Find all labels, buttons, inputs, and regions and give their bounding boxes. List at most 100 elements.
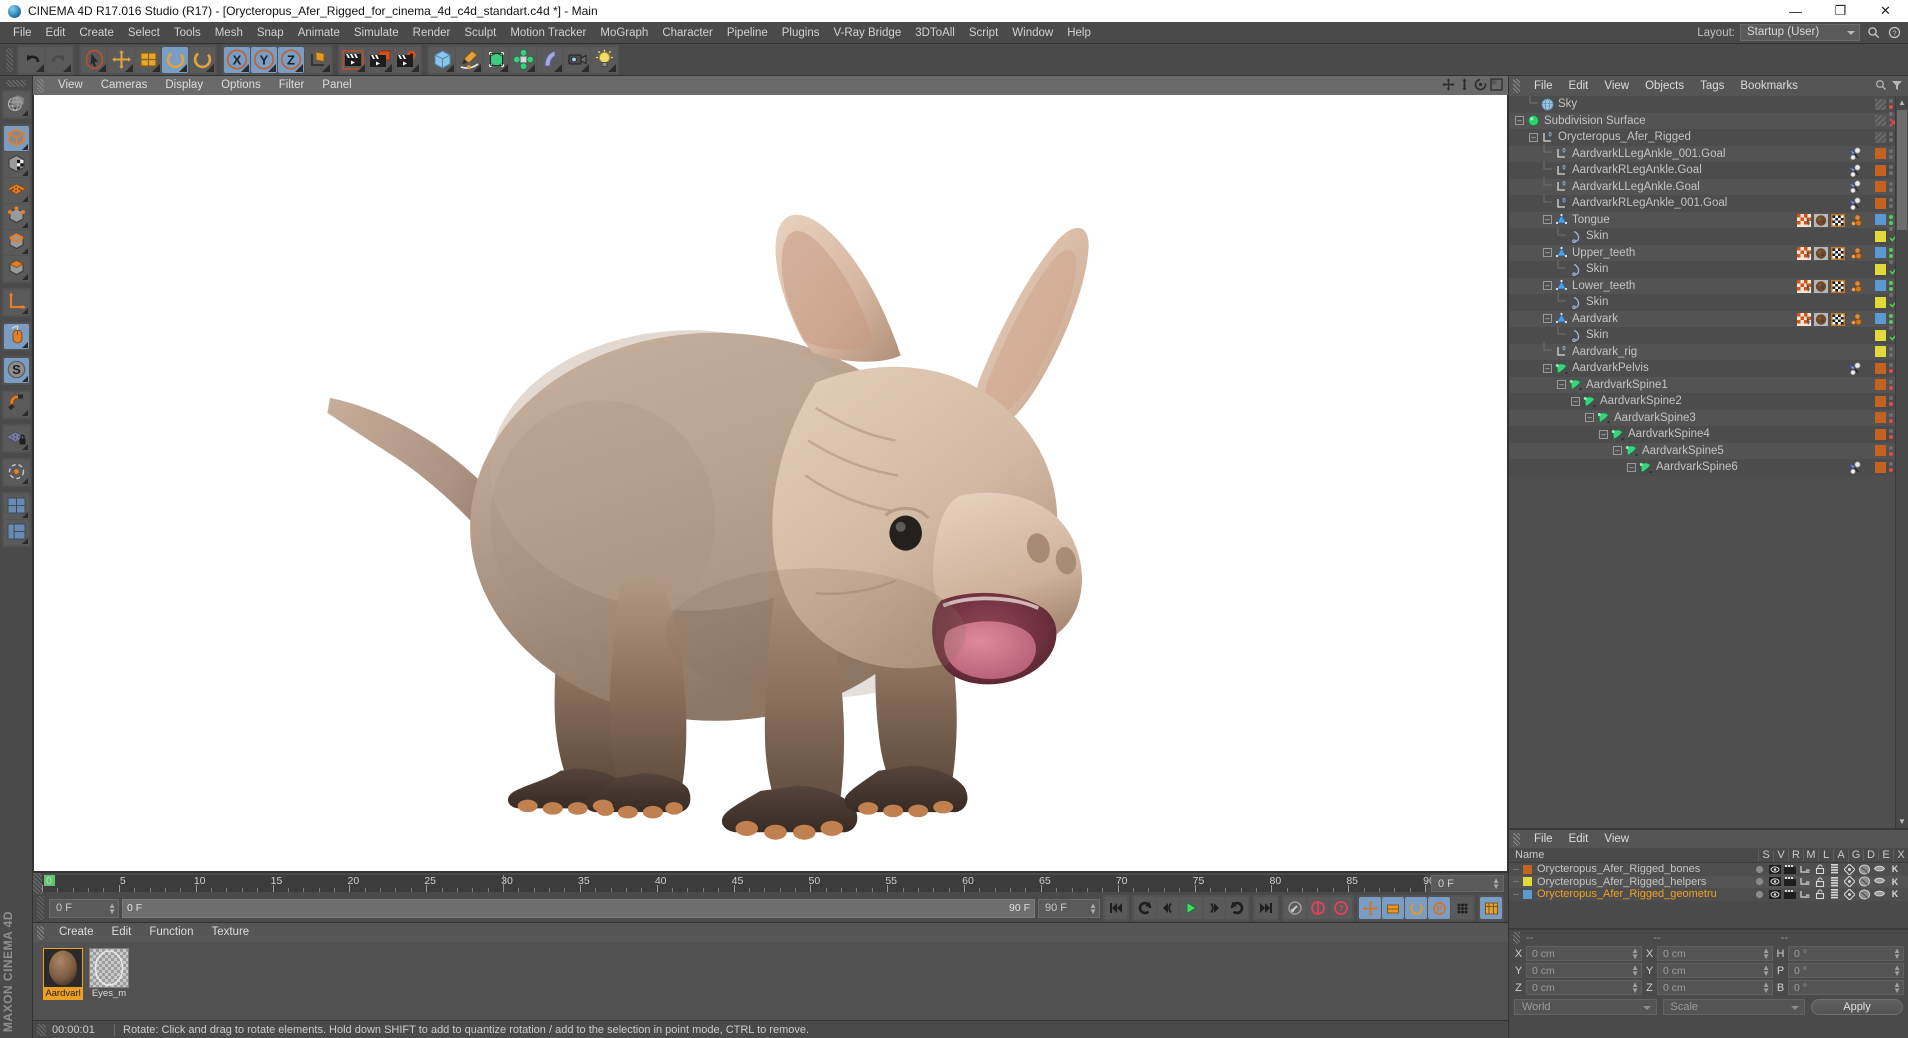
visibility-dots[interactable]: [1889, 346, 1894, 357]
stepper-icon[interactable]: ▲ ▼: [1893, 947, 1901, 961]
visibility-dot[interactable]: [1889, 451, 1893, 456]
visibility-dot[interactable]: [1889, 253, 1893, 258]
texture-icon[interactable]: [1813, 312, 1828, 326]
coord-field-h-rotation[interactable]: 0 ° ▲ ▼: [1788, 946, 1904, 961]
object-menu-view[interactable]: View: [1596, 76, 1637, 96]
help-icon[interactable]: ?: [1886, 25, 1902, 41]
checker-icon[interactable]: [1830, 279, 1845, 293]
layer-color-chip[interactable]: [1875, 395, 1886, 407]
texture-icon[interactable]: [1813, 279, 1828, 293]
layer-color-chip[interactable]: [1875, 164, 1886, 176]
object-row[interactable]: – AardvarkSpine4: [1509, 426, 1908, 443]
stepper-icon[interactable]: ▲ ▼: [1762, 947, 1770, 961]
rotate-alt-button[interactable]: [189, 46, 215, 73]
step-back-button[interactable]: [1157, 897, 1179, 919]
object-row[interactable]: – AardvarkSpine3: [1509, 409, 1908, 426]
layer-color-chip[interactable]: [1875, 247, 1886, 259]
visibility-dot[interactable]: [1889, 214, 1893, 219]
left-toolbar-grip[interactable]: [6, 80, 26, 87]
viewport-grip[interactable]: [37, 78, 44, 93]
visibility-dot[interactable]: [1889, 247, 1893, 252]
weight-icon[interactable]: [1796, 312, 1811, 326]
uv-icon[interactable]: [1847, 279, 1862, 293]
stepper-icon[interactable]: ▲ ▼: [1089, 901, 1097, 915]
material-list[interactable]: Aardvarl Eyes_m: [33, 942, 1508, 1020]
layer-color-swatch[interactable]: [1523, 877, 1532, 887]
coord-field-z-position[interactable]: 0 cm ▲ ▼: [1526, 980, 1642, 995]
undo-button[interactable]: [19, 46, 45, 73]
scale-key-button[interactable]: [1382, 897, 1404, 919]
object-menu-bookmarks[interactable]: Bookmarks: [1732, 76, 1806, 96]
max-frame-field[interactable]: 90 F ▲ ▼: [1038, 898, 1100, 918]
layer-row[interactable]: – Orycteropus_Afer_Rigged_helpers K: [1509, 875, 1908, 888]
apply-button[interactable]: Apply: [1811, 998, 1903, 1015]
menu-script[interactable]: Script: [962, 22, 1005, 44]
visibility-dot[interactable]: [1889, 220, 1893, 225]
coordinates-grip[interactable]: [1513, 931, 1520, 944]
visibility-dot[interactable]: [1889, 468, 1893, 473]
layer-toggle-l[interactable]: [1812, 864, 1827, 875]
visibility-dot[interactable]: [1889, 326, 1893, 331]
layout-select[interactable]: Startup (User): [1740, 24, 1860, 41]
constraint-icon[interactable]: [1847, 180, 1862, 194]
constraint-icon[interactable]: [1847, 362, 1862, 376]
layer-toggle-x[interactable]: K: [1887, 877, 1902, 887]
object-menu-edit[interactable]: Edit: [1561, 76, 1597, 96]
layer-menu-file[interactable]: File: [1526, 830, 1561, 848]
constraint-icon[interactable]: [1847, 164, 1862, 178]
layer-toggle-l[interactable]: [1812, 877, 1827, 887]
menu-select[interactable]: Select: [121, 22, 167, 44]
timeline-toggle-button[interactable]: [1480, 897, 1502, 919]
toolbar-grip[interactable]: [6, 47, 13, 72]
checker-icon[interactable]: [1830, 246, 1845, 260]
material-menu-texture[interactable]: Texture: [202, 923, 258, 942]
checker-icon[interactable]: [1830, 312, 1845, 326]
disabled-x-icon[interactable]: [1889, 118, 1898, 130]
layout-1-button[interactable]: [3, 494, 29, 519]
layer-color-chip[interactable]: [1875, 181, 1886, 193]
visibility-dots[interactable]: [1889, 198, 1894, 209]
visibility-dot[interactable]: [1889, 204, 1893, 209]
visibility-dot[interactable]: [1889, 181, 1893, 186]
object-row[interactable]: Skin: [1509, 259, 1908, 278]
visibility-dot[interactable]: [1889, 445, 1893, 450]
add-bend-button[interactable]: [537, 46, 563, 73]
layer-color-chip[interactable]: [1875, 412, 1886, 424]
tree-collapse-toggle[interactable]: –: [1585, 413, 1594, 423]
object-row[interactable]: – AardvarkPelvis: [1509, 360, 1908, 377]
menu-motion-tracker[interactable]: Motion Tracker: [503, 22, 593, 44]
visibility-dot[interactable]: [1889, 148, 1893, 153]
object-axis-button[interactable]: [3, 290, 29, 315]
visibility-dots[interactable]: [1889, 111, 1898, 130]
layer-toggle-r[interactable]: [1782, 889, 1797, 899]
visibility-dots[interactable]: [1889, 379, 1894, 390]
material-item[interactable]: Aardvarl: [43, 948, 83, 1000]
object-row[interactable]: 0 AardvarkLLegAnkle.Goal: [1509, 177, 1908, 195]
viewport-menu-panel[interactable]: Panel: [313, 76, 360, 95]
viewport-3d[interactable]: [33, 95, 1508, 872]
texture-icon[interactable]: [1813, 246, 1828, 260]
object-row[interactable]: – Upper_teeth: [1509, 244, 1908, 261]
render-to-picture-viewer-button[interactable]: [367, 46, 393, 73]
object-row[interactable]: Sky: [1509, 96, 1908, 113]
object-row[interactable]: – AardvarkSpine1: [1509, 376, 1908, 393]
layer-color-swatch[interactable]: [1523, 889, 1532, 899]
visibility-dot[interactable]: [1889, 198, 1893, 203]
loop-button[interactable]: [1226, 897, 1248, 919]
layer-color-chip[interactable]: [1875, 362, 1886, 374]
enabled-check-icon[interactable]: [1889, 332, 1898, 344]
coord-field-y-size[interactable]: 0 cm ▲ ▼: [1657, 963, 1773, 978]
layer-toggle-r[interactable]: [1782, 864, 1797, 874]
enabled-check-icon[interactable]: [1889, 266, 1898, 278]
point-level-animation-button[interactable]: [1451, 897, 1473, 919]
stepper-icon[interactable]: ▲ ▼: [1631, 964, 1639, 978]
live-selection-button[interactable]: [81, 46, 107, 73]
object-menu-objects[interactable]: Objects: [1637, 76, 1692, 96]
layout-2-button[interactable]: [3, 520, 29, 545]
status-grip[interactable]: [37, 1023, 46, 1036]
visibility-dot[interactable]: [1889, 346, 1893, 351]
layer-toggle-a[interactable]: [1827, 876, 1842, 887]
keyframe-selection-button[interactable]: ?: [1330, 897, 1352, 919]
menu-tools[interactable]: Tools: [167, 22, 208, 44]
layer-toggle-v[interactable]: [1767, 889, 1782, 899]
